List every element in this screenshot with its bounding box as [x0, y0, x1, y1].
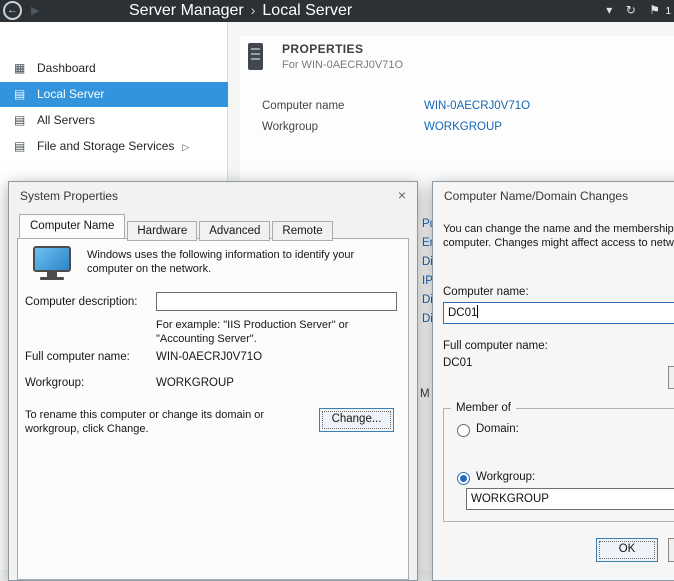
name-domain-changes-dialog: Computer Name/Domain Changes You can cha… [432, 181, 674, 581]
computer-monitor-icon [33, 246, 71, 272]
workgroup-link[interactable]: WORKGROUP [424, 121, 502, 133]
domain-radio-label[interactable]: Domain: [476, 423, 519, 435]
computer-name-input-value: DC01 [448, 307, 477, 319]
full-computer-name-value: WIN-0AECRJ0V71O [156, 351, 262, 363]
server-icon: ▤ [14, 108, 29, 133]
intro-text-line1: You can change the name and the membersh… [443, 222, 674, 236]
computer-name-link[interactable]: WIN-0AECRJ0V71O [424, 100, 530, 112]
sidebar-item-label: File and Storage Services [37, 139, 174, 153]
tab-strip: Computer NameHardwareAdvancedRemote [19, 214, 335, 238]
intro-text-line2: computer. Changes might affect access to… [443, 236, 674, 250]
clipped-label-fragment: M [420, 388, 430, 400]
sidebar-item-label: All Servers [37, 113, 95, 127]
sidebar-item-local-server[interactable]: ▤ Local Server [0, 82, 228, 107]
tab-hardware[interactable]: Hardware [127, 221, 197, 241]
properties-server-icon [248, 43, 263, 70]
workgroup-value: WORKGROUP [156, 377, 234, 389]
more-button-clipped[interactable] [668, 366, 674, 389]
properties-title: PROPERTIES [282, 42, 363, 56]
domain-radio[interactable] [457, 424, 470, 437]
expand-arrow-icon[interactable]: ▷ [182, 142, 189, 152]
app-title: Server Manager [129, 2, 244, 19]
tab-remote[interactable]: Remote [272, 221, 332, 241]
properties-subtitle: For WIN-0AECRJ0V71O [282, 59, 403, 71]
computer-description-label: Computer description: [25, 296, 138, 308]
rename-help-text: To rename this computer or change its do… [25, 408, 313, 436]
system-properties-dialog: System Properties × Computer NameHardwar… [8, 181, 418, 581]
notification-count: 1 [665, 2, 671, 22]
tab-advanced[interactable]: Advanced [199, 221, 270, 241]
sidebar-item-label: Dashboard [37, 61, 96, 75]
topbar-actions: ▾ ↻ ⚑ 1 [597, 0, 671, 22]
workgroup-label: Workgroup [262, 121, 318, 133]
workgroup-radio[interactable] [457, 472, 470, 485]
sidebar-item-file-storage-services[interactable]: ▤ File and Storage Services ▷ [0, 134, 228, 159]
computer-monitor-icon [40, 277, 64, 280]
refresh-icon[interactable]: ↻ [626, 0, 636, 20]
forward-icon[interactable]: ▶ [31, 4, 39, 17]
ok-button[interactable]: OK [596, 538, 658, 562]
change-button[interactable]: Change... [319, 408, 394, 432]
sidebar-item-dashboard[interactable]: ▦ Dashboard [0, 56, 228, 81]
computer-name-input[interactable]: DC01 [443, 302, 674, 324]
computer-description-input[interactable] [156, 292, 397, 311]
chevron-down-icon[interactable]: ▾ [606, 0, 612, 20]
cancel-button-clipped[interactable] [668, 538, 674, 562]
computer-name-label: Computer name: [443, 286, 529, 298]
intro-text: Windows uses the following information t… [87, 248, 403, 276]
full-computer-name-value: DC01 [443, 357, 472, 369]
description-example-text: For example: "IIS Production Server" or … [156, 318, 394, 346]
back-icon[interactable]: ← [3, 1, 22, 20]
sidebar-item-all-servers[interactable]: ▤ All Servers [0, 108, 228, 133]
sidebar-item-label: Local Server [37, 87, 104, 101]
close-icon[interactable]: × [398, 187, 406, 203]
notifications-flag-icon[interactable]: ⚑ [649, 0, 660, 20]
full-computer-name-label: Full computer name: [25, 351, 130, 363]
computer-name-label: Computer name [262, 100, 344, 112]
dialog-title: Computer Name/Domain Changes [444, 189, 628, 203]
breadcrumb-separator: › [244, 2, 263, 18]
member-of-label: Member of [451, 402, 516, 414]
top-bar: ← ▶ Server Manager›Local Server ▾ ↻ ⚑ 1 [0, 0, 674, 22]
page-title: Local Server [262, 2, 352, 19]
workgroup-radio-label[interactable]: Workgroup: [476, 471, 535, 483]
full-computer-name-label: Full computer name: [443, 340, 548, 352]
workgroup-label: Workgroup: [25, 377, 84, 389]
server-icon: ▤ [14, 82, 29, 107]
dialog-title: System Properties [20, 189, 118, 203]
dashboard-icon: ▦ [14, 56, 29, 81]
breadcrumb: Server Manager›Local Server [129, 0, 352, 22]
workgroup-input[interactable]: WORKGROUP [466, 488, 674, 510]
tab-computer-name[interactable]: Computer Name [19, 214, 125, 238]
server-icon: ▤ [14, 134, 29, 159]
text-cursor [477, 305, 478, 318]
